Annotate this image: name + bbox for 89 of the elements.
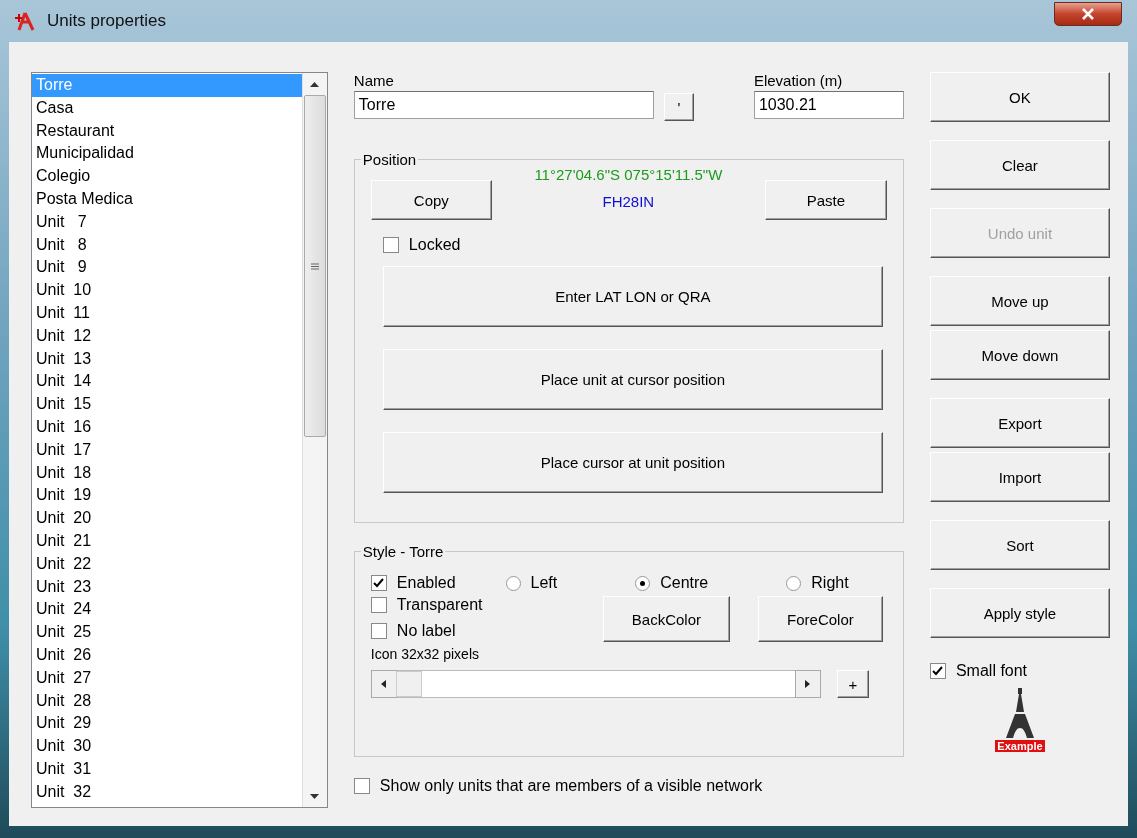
list-item[interactable]: Municipalidad: [32, 142, 302, 166]
list-item[interactable]: Unit 24: [32, 598, 302, 622]
slider-thumb[interactable]: [395, 671, 422, 697]
list-item[interactable]: Unit 23: [32, 575, 302, 599]
checkbox[interactable]: [353, 778, 370, 794]
close-icon: [1082, 8, 1094, 20]
dialog-button[interactable]: Apply style: [929, 588, 1110, 638]
radio-option[interactable]: Right: [786, 574, 849, 592]
checkbox[interactable]: [929, 663, 946, 679]
list-item[interactable]: Unit 20: [32, 507, 302, 530]
close-button[interactable]: [1054, 2, 1122, 26]
list-item[interactable]: Unit 13: [32, 347, 302, 371]
dialog-button[interactable]: Sort: [929, 520, 1110, 570]
list-item[interactable]: Unit 10: [32, 279, 302, 302]
coordinates-text: 11°27'04.6"S 075°15'11.5"W: [534, 166, 723, 183]
units-list[interactable]: [31, 72, 328, 808]
backcolor-button[interactable]: BackColor: [602, 596, 730, 642]
small-button[interactable]: ': [663, 93, 694, 121]
dialog-button[interactable]: Export: [929, 398, 1110, 448]
list-item[interactable]: Unit 11: [32, 301, 302, 325]
list-item[interactable]: Unit 12: [32, 324, 302, 348]
action-button[interactable]: Place cursor at unit position: [382, 432, 883, 493]
group-title: Style - Torre: [361, 543, 445, 560]
list-item[interactable]: Unit 32: [32, 780, 302, 804]
down-arrow-icon: [310, 793, 320, 799]
locked-checkbox[interactable]: Locked: [382, 236, 887, 254]
list-item[interactable]: Unit 9: [32, 256, 302, 280]
scroll-left-button[interactable]: [370, 670, 397, 698]
checkbox[interactable]: [370, 623, 387, 639]
elevation-label: Elevation (m): [753, 72, 844, 89]
example-label: Example: [995, 740, 1045, 752]
list-item[interactable]: Unit 30: [32, 735, 302, 758]
checkbox[interactable]: [382, 237, 399, 253]
up-arrow-icon: [310, 81, 320, 87]
list-item[interactable]: Unit 19: [32, 484, 302, 508]
radio-button[interactable]: [786, 575, 802, 591]
checkbox[interactable]: [370, 575, 387, 591]
radio-button[interactable]: [505, 575, 521, 591]
list-item[interactable]: Unit 18: [32, 461, 302, 485]
list-item[interactable]: Unit 16: [32, 415, 302, 439]
name-field[interactable]: Torre: [353, 91, 654, 119]
scroll-right-button[interactable]: [794, 670, 821, 698]
list-item[interactable]: Unit 8: [32, 233, 302, 257]
list-item[interactable]: Unit 22: [32, 552, 302, 576]
elevation-field[interactable]: 1030.21: [753, 91, 904, 119]
list-item[interactable]: Unit 14: [32, 370, 302, 394]
right-arrow-icon: [805, 680, 811, 688]
option-checkbox[interactable]: No label: [370, 622, 483, 640]
radio-option[interactable]: Centre: [635, 574, 709, 592]
forecolor-button[interactable]: ForeColor: [757, 596, 883, 642]
dialog-button[interactable]: Import: [929, 452, 1110, 502]
list-item[interactable]: Unit 17: [32, 438, 302, 462]
list-item[interactable]: Unit 31: [32, 757, 302, 781]
dialog-button[interactable]: OK: [929, 72, 1110, 122]
dialog-button[interactable]: Move down: [929, 330, 1110, 380]
list-item[interactable]: Colegio: [32, 165, 302, 188]
small-font-checkbox[interactable]: Small font: [929, 662, 1110, 680]
list-item[interactable]: Unit 26: [32, 643, 302, 667]
copy-button[interactable]: Copy: [370, 180, 492, 220]
action-button[interactable]: Enter LAT LON or QRA: [382, 266, 883, 327]
scrollbar[interactable]: [301, 73, 327, 807]
locator-text: FH28IN: [602, 193, 655, 210]
window-title: Units properties: [47, 11, 168, 31]
plus-button[interactable]: +: [836, 670, 869, 698]
dialog-button[interactable]: Clear: [929, 140, 1110, 190]
list-item[interactable]: Unit 7: [32, 210, 302, 234]
list-item[interactable]: Restaurant: [32, 119, 302, 143]
list-item[interactable]: Unit 15: [32, 393, 302, 416]
list-item[interactable]: Unit 29: [32, 712, 302, 736]
list-item[interactable]: Unit 21: [32, 529, 302, 553]
action-button[interactable]: Place unit at cursor position: [382, 349, 883, 410]
radio-option[interactable]: Left: [505, 574, 558, 592]
show-only-checkbox[interactable]: Show only units that are members of a visible network: [353, 777, 904, 795]
radio-button[interactable]: [635, 575, 651, 591]
list-item[interactable]: Unit 28: [32, 689, 302, 713]
list-item[interactable]: Casa: [32, 96, 302, 120]
checkbox[interactable]: [370, 597, 387, 613]
name-label: Name: [353, 72, 395, 89]
list-item[interactable]: Unit 27: [32, 666, 302, 690]
dialog-button[interactable]: Move up: [929, 276, 1110, 326]
left-arrow-icon: [381, 680, 387, 688]
paste-button[interactable]: Paste: [764, 180, 887, 220]
list-item[interactable]: Unit 25: [32, 621, 302, 644]
enabled-checkbox[interactable]: Enabled: [370, 574, 456, 592]
option-checkbox[interactable]: Transparent: [370, 596, 483, 614]
grip-icon: [310, 262, 319, 270]
list-item[interactable]: Posta Medica: [32, 188, 302, 211]
group-title: Position: [361, 151, 418, 168]
icon-size-label: Icon 32x32 pixels: [370, 646, 480, 662]
